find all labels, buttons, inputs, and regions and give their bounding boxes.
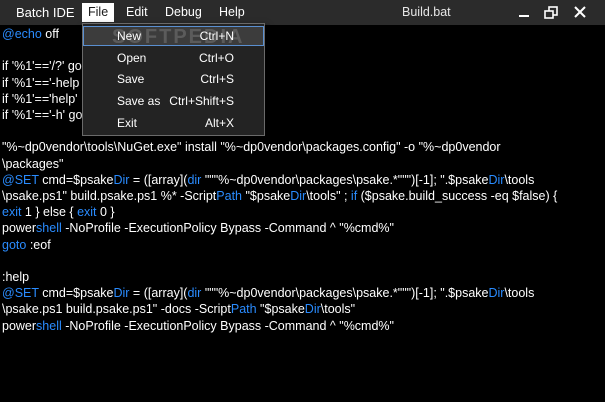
code-keyword: shell (36, 318, 62, 333)
code-line: powershell -NoProfile -ExecutionPolicy B… (2, 221, 394, 235)
code-text: "%~dp0vendor\tools\NuGet.exe" install "%… (2, 140, 501, 155)
document-title: Build.bat (402, 5, 451, 19)
code-keyword: Path (216, 189, 242, 203)
code-keyword: Path (230, 302, 257, 317)
code-text: :help (2, 270, 30, 284)
menu-edit[interactable]: Edit (120, 3, 154, 22)
minimize-button[interactable] (514, 3, 534, 22)
code-text: cmd=$psake (38, 286, 114, 301)
menu-item-label: Save as (117, 94, 161, 108)
code-keyword: Dir (488, 172, 505, 187)
code-line: "%~dp0vendor\tools\NuGet.exe" install "%… (2, 140, 501, 154)
app-title: Batch IDE (16, 5, 75, 20)
code-text: ($psake.build_success -eq $false) { (357, 189, 558, 203)
code-keyword: shell (36, 221, 62, 236)
code-text: """%~dp0vendor\packages\psake.*""")[-1];… (201, 172, 489, 187)
close-icon (574, 6, 586, 18)
code-line: powershell -NoProfile -ExecutionPolicy B… (2, 319, 394, 333)
menu-item-save[interactable]: Save Ctrl+S (83, 69, 264, 89)
menu-item-save-as[interactable]: Save as Ctrl+Shift+S (83, 91, 264, 111)
code-text: """%~dp0vendor\packages\psake.*""")[-1];… (201, 286, 489, 301)
code-line: \packages" (2, 157, 63, 171)
code-text: \tools (504, 286, 535, 301)
menu-item-shortcut: Alt+X (204, 116, 234, 130)
code-keyword: goto (2, 237, 27, 252)
code-text: power (2, 221, 37, 236)
code-line: if '%1'=='-h' go (2, 108, 82, 122)
code-line: goto :eof (2, 238, 51, 252)
code-text: \tools" ; (306, 189, 351, 203)
code-text: \tools (504, 172, 535, 187)
code-text: 0 } (96, 205, 115, 220)
code-text: if '%1'=='/?' go (2, 59, 82, 74)
code-line: if '%1'=='help' (2, 92, 78, 106)
code-text: if '%1'=='-help (2, 75, 80, 90)
code-text: = ([array]( (129, 172, 188, 187)
code-text: 1 } else { (21, 205, 78, 220)
code-keyword: Dir (113, 286, 130, 301)
code-text: \tools" (320, 302, 356, 317)
code-text: :eof (26, 237, 51, 252)
code-keyword: @SET (2, 172, 39, 187)
code-text: -NoProfile -ExecutionPolicy Bypass -Comm… (61, 221, 394, 236)
code-keyword: exit (77, 205, 97, 220)
menu-item-label: Exit (117, 116, 138, 130)
close-button[interactable] (570, 3, 590, 22)
code-line: @SET cmd=$psakeDir = ([array](dir """%~d… (2, 286, 534, 300)
code-line: @SET cmd=$psakeDir = ([array](dir """%~d… (2, 173, 534, 187)
code-line: @echo off (2, 27, 59, 41)
menu-item-label: Save (117, 72, 145, 86)
code-text: cmd=$psake (38, 172, 114, 187)
code-text: -NoProfile -ExecutionPolicy Bypass -Comm… (61, 318, 394, 333)
code-text: off (41, 27, 59, 41)
code-keyword: Dir (113, 172, 130, 187)
code-line: :help (2, 270, 29, 284)
menu-item-shortcut: Ctrl+S (200, 72, 234, 86)
code-text: if '%1'=='-h' go (2, 108, 83, 122)
code-text: = ([array]( (129, 286, 188, 301)
code-keyword: @echo (2, 27, 42, 41)
code-text: "$psake (242, 189, 291, 203)
code-keyword: Dir (304, 302, 321, 317)
softpedia-watermark: SOFTPEDIA (112, 26, 245, 48)
code-line: exit 1 } else { exit 0 } (2, 205, 115, 219)
menu-file[interactable]: File (82, 3, 115, 22)
menu-item-label: Open (117, 51, 147, 65)
code-line: if '%1'=='-help (2, 76, 79, 90)
title-bar: Batch IDE File Edit Debug Help Build.bat (0, 0, 605, 25)
code-keyword: dir (187, 286, 202, 301)
code-keyword: exit (2, 205, 22, 220)
restore-icon (544, 6, 558, 19)
code-keyword: Dir (488, 286, 505, 301)
code-text: power (2, 318, 37, 333)
code-line: \psake.ps1 build.psake.ps1" -docs -Scrip… (2, 302, 355, 316)
minimize-icon (519, 15, 529, 17)
code-keyword: @SET (2, 286, 39, 301)
menu-help[interactable]: Help (213, 3, 251, 22)
code-keyword: dir (187, 172, 202, 187)
menu-item-exit[interactable]: Exit Alt+X (83, 113, 264, 133)
code-text: \packages" (2, 156, 64, 171)
menu-item-open[interactable]: Open Ctrl+O (83, 48, 264, 68)
menu-item-shortcut: Ctrl+O (198, 51, 234, 65)
code-line: \psake.ps1" build.psake.ps1 %* -ScriptPa… (2, 189, 557, 203)
code-keyword: Dir (290, 189, 307, 203)
code-text: \psake.ps1" build.psake.ps1 %* -Script (2, 189, 217, 203)
code-line: if '%1'=='/?' go (2, 59, 82, 73)
code-text: if '%1'=='help' (2, 91, 78, 106)
restore-button[interactable] (541, 3, 561, 22)
code-text: "$psake (256, 302, 305, 317)
code-text: \psake.ps1 build.psake.ps1" -docs -Scrip… (2, 302, 231, 317)
menu-item-shortcut: Ctrl+Shift+S (169, 94, 234, 108)
menu-debug[interactable]: Debug (159, 3, 208, 22)
